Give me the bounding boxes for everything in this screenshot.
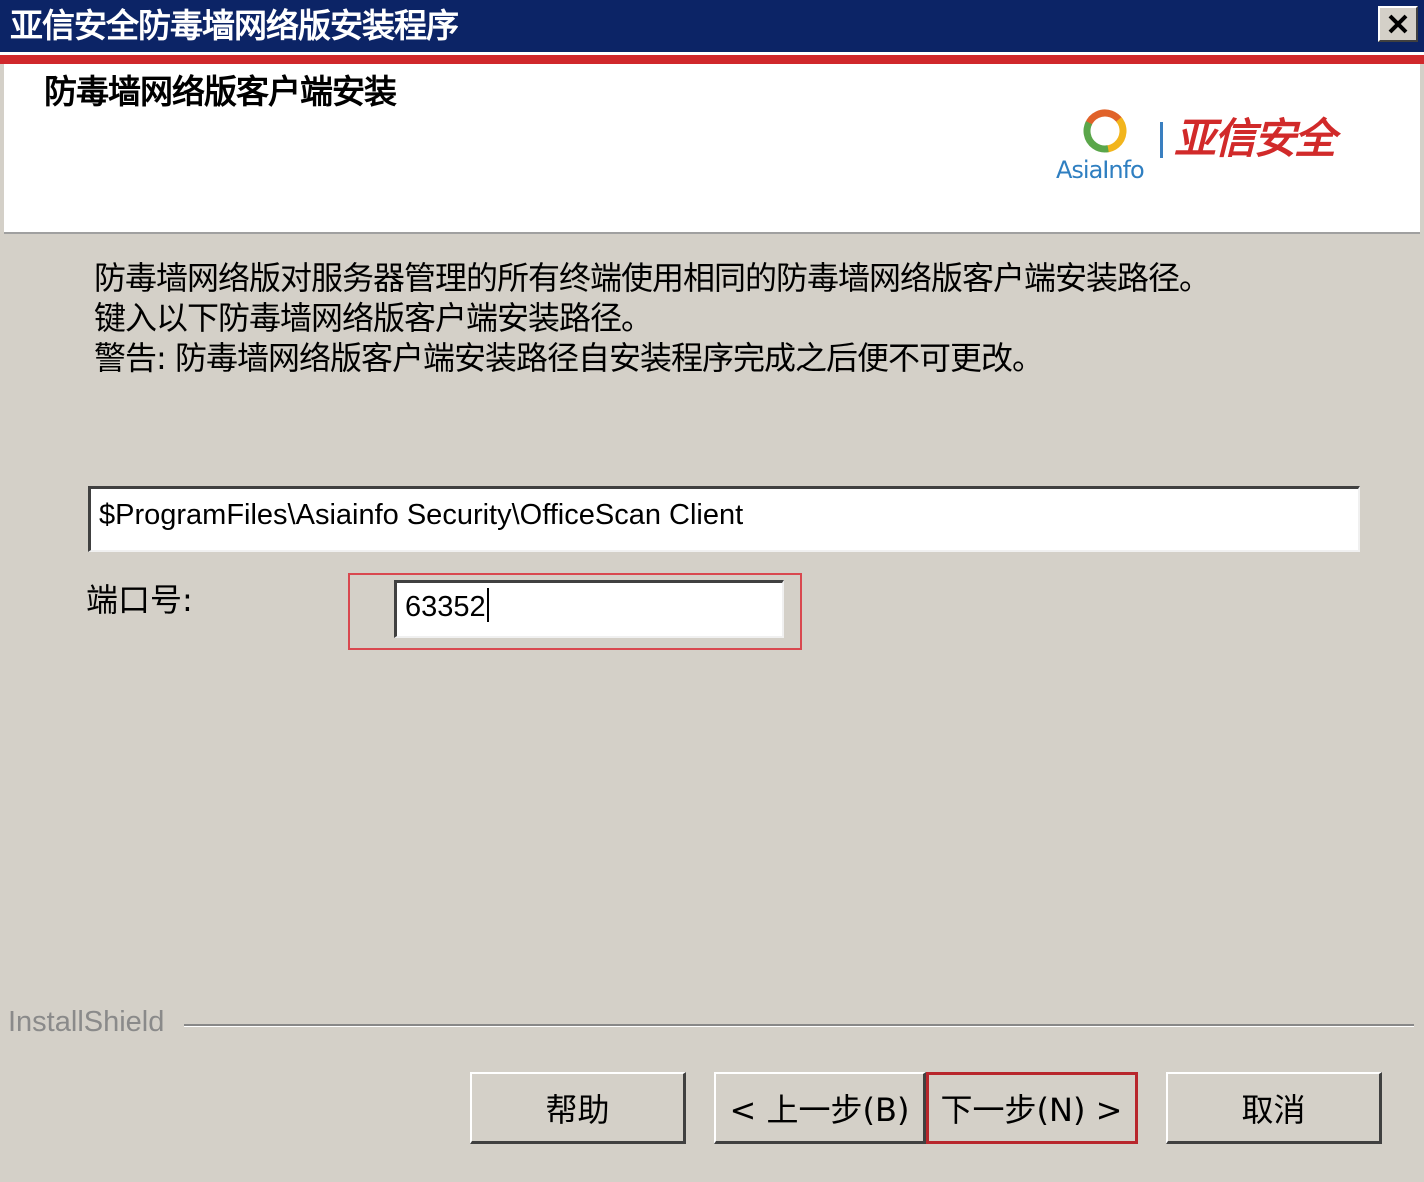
back-button[interactable]: < 上一步(B) xyxy=(714,1072,926,1144)
header-accent-rule xyxy=(0,55,1424,64)
title-bar[interactable]: 亚信安全防毒墙网络版安装程序 xyxy=(0,0,1424,55)
port-input[interactable]: 63352 xyxy=(394,580,784,638)
port-label: 端口号: xyxy=(86,581,193,619)
header-banner: 防毒墙网络版客户端安装 AsiaInfo 亚信安全 xyxy=(4,64,1420,234)
description-line-3: 警告: 防毒墙网络版客户端安装路径自安装程序完成之后便不可更改。 xyxy=(94,339,1044,377)
logo-divider xyxy=(1160,122,1163,158)
description-text: 防毒墙网络版对服务器管理的所有终端使用相同的防毒墙网络版客户端安装路径。 键入以… xyxy=(94,258,1211,378)
port-value: 63352 xyxy=(405,591,486,623)
window-title: 亚信安全防毒墙网络版安装程序 xyxy=(10,6,459,45)
logo-text-cn: 亚信安全 xyxy=(1174,114,1336,163)
install-path-input[interactable]: $ProgramFiles\Asiainfo Security\OfficeSc… xyxy=(88,486,1360,552)
asiainfo-logo: AsiaInfo 亚信安全 xyxy=(1054,100,1384,190)
installshield-label: InstallShield xyxy=(8,1006,165,1038)
next-button[interactable]: 下一步(N) > xyxy=(926,1072,1138,1144)
cancel-button[interactable]: 取消 xyxy=(1166,1072,1382,1144)
close-button[interactable] xyxy=(1378,6,1418,42)
installer-dialog: 亚信安全防毒墙网络版安装程序 防毒墙网络版客户端安装 AsiaInfo 亚信安全… xyxy=(0,0,1424,1182)
page-heading: 防毒墙网络版客户端安装 xyxy=(44,72,397,111)
help-button[interactable]: 帮助 xyxy=(470,1072,686,1144)
footer-separator xyxy=(184,1024,1414,1027)
ring-logo-icon xyxy=(1083,109,1127,153)
close-icon xyxy=(1388,14,1408,34)
text-caret xyxy=(486,588,489,622)
description-line-1: 防毒墙网络版对服务器管理的所有终端使用相同的防毒墙网络版客户端安装路径。 xyxy=(94,259,1211,297)
description-line-2: 键入以下防毒墙网络版客户端安装路径。 xyxy=(94,299,653,337)
logo-text-en: AsiaInfo xyxy=(1056,156,1145,184)
